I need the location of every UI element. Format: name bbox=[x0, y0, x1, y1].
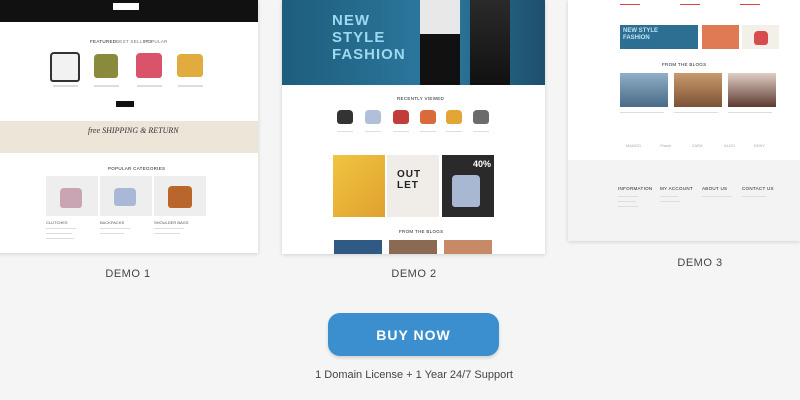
demo-3-footer-link bbox=[660, 196, 678, 197]
demo-3-footer: INFORMATION MY ACCOUNT ABOUT US CONTACT … bbox=[568, 160, 800, 241]
demo-2-promo-outlet: OUT LET bbox=[387, 155, 439, 217]
demo-1-category-image bbox=[154, 176, 206, 216]
demo-3-footer-link bbox=[618, 201, 636, 202]
demo-2-product-caption bbox=[337, 131, 353, 132]
demo-1-product-caption bbox=[137, 85, 162, 87]
demo-1-category-image bbox=[100, 176, 152, 216]
demo-2-hero-model bbox=[470, 0, 510, 85]
demo-2-product-caption bbox=[473, 131, 489, 132]
demo-3-blog-image bbox=[674, 73, 722, 107]
demo-3-label[interactable]: DEMO 3 bbox=[640, 257, 760, 269]
demo-1-product-caption bbox=[53, 85, 78, 87]
demo-3-promo bbox=[702, 25, 739, 49]
demo-3-footer-col: CONTACT US bbox=[742, 186, 774, 191]
demo-3-brand: DKNY bbox=[754, 143, 766, 148]
demo-1-category-image bbox=[46, 176, 98, 216]
demo-2-product-image bbox=[420, 110, 436, 124]
demo-1-category-list bbox=[46, 228, 76, 229]
demo-2-product-image bbox=[337, 110, 353, 124]
demo-2-product-image bbox=[393, 110, 409, 124]
demo-2-blog-image bbox=[444, 240, 492, 254]
demo-1-top-banner bbox=[0, 0, 258, 22]
demo-3-price bbox=[620, 4, 640, 5]
demo-2-blog-title: FROM THE BLOGS bbox=[399, 229, 444, 234]
demo-3-price bbox=[740, 4, 760, 5]
demo-3-footer-link bbox=[742, 196, 766, 197]
demo-1-preview[interactable]: FEATURED BEST SELLERS POPULAR free SHIPP… bbox=[0, 0, 258, 253]
demo-3-blog-title: FROM THE BLOGS bbox=[662, 62, 707, 67]
demo-3-preview[interactable]: NEW STYLE FASHION FROM THE BLOGS MANGO P… bbox=[568, 0, 800, 241]
demo-2-outlet-text: OUT LET bbox=[397, 169, 422, 191]
demo-2-hero-model bbox=[420, 0, 460, 85]
demo-2-product-image bbox=[473, 110, 489, 124]
demo-1-tab-featured: FEATURED bbox=[90, 39, 117, 44]
demo-3-footer-link bbox=[702, 196, 732, 197]
demo-1-category-label: CLUTCHES bbox=[46, 220, 68, 225]
demo-2-sale-text: 40% bbox=[472, 159, 491, 169]
demo-2-product-caption bbox=[393, 131, 409, 132]
demo-3-brand: Prada bbox=[660, 143, 671, 148]
demo-3-blog-caption bbox=[674, 112, 718, 113]
buy-now-button[interactable]: BUY NOW bbox=[328, 313, 499, 356]
demo-1-product-image bbox=[94, 54, 118, 78]
demo-2-hero: NEW STYLE FASHION bbox=[282, 0, 545, 85]
demo-2-blog-image bbox=[334, 240, 382, 254]
demo-1-category-list bbox=[100, 228, 130, 229]
demo-1-label[interactable]: DEMO 1 bbox=[68, 268, 188, 280]
demo-3-blog-caption bbox=[620, 112, 664, 113]
demo-2-preview[interactable]: NEW STYLE FASHION RECENTLY VIEWED OUT LE… bbox=[282, 0, 545, 254]
demo-1-tab-popular: POPULAR bbox=[144, 39, 168, 44]
demo-3-footer-link bbox=[618, 206, 638, 207]
demo-3-promo bbox=[742, 25, 779, 49]
demo-2-blog-image bbox=[389, 240, 437, 254]
demo-3-blog-caption bbox=[728, 112, 772, 113]
demo-1-banner-button bbox=[113, 3, 139, 10]
demo-1-category-label: SHOULDER BAGS bbox=[154, 220, 189, 225]
demo-2-promo-bags bbox=[333, 155, 385, 217]
demo-1-category-list bbox=[46, 233, 72, 234]
demo-1-banner-title: free SHIPPING & RETURN bbox=[88, 126, 179, 135]
demo-3-brand: MANGO bbox=[626, 143, 642, 148]
demo-3-footer-col: ABOUT US bbox=[702, 186, 728, 191]
demo-2-product-caption bbox=[446, 131, 462, 132]
demo-3-footer-link bbox=[660, 201, 680, 202]
demo-2-hero-text: NEW STYLE FASHION bbox=[332, 12, 406, 63]
demo-3-blog-image bbox=[728, 73, 776, 107]
demo-2-product-caption bbox=[365, 131, 381, 132]
demo-1-category-list bbox=[154, 228, 184, 229]
demo-1-load-more bbox=[116, 101, 134, 107]
demo-3-brand: ALDO bbox=[724, 143, 735, 148]
demo-1-category-list bbox=[154, 233, 180, 234]
demo-3-banner: NEW STYLE FASHION bbox=[620, 25, 698, 49]
demo-2-promo-sale: 40% bbox=[442, 155, 494, 217]
demo-3-banner-text: NEW STYLE FASHION bbox=[623, 28, 659, 41]
demo-2-section-title: RECENTLY VIEWED bbox=[397, 96, 445, 101]
demo-1-category-list bbox=[46, 238, 74, 239]
license-text: 1 Domain License + 1 Year 24/7 Support bbox=[315, 369, 513, 381]
demo-1-product-image bbox=[50, 52, 80, 82]
demo-1-product-image bbox=[136, 53, 162, 78]
demo-1-product-image bbox=[177, 54, 203, 77]
demo-2-label[interactable]: DEMO 2 bbox=[354, 268, 474, 280]
demo-3-footer-col: INFORMATION bbox=[618, 186, 653, 191]
demo-3-footer-link bbox=[618, 196, 638, 197]
demo-1-product-caption bbox=[178, 85, 203, 87]
demo-1-category-list bbox=[100, 233, 124, 234]
demo-3-price bbox=[680, 4, 700, 5]
demo-3-footer-col: MY ACCOUNT bbox=[660, 186, 693, 191]
demo-3-blog-image bbox=[620, 73, 668, 107]
demo-3-brand: ZARA bbox=[692, 143, 703, 148]
demo-1-product-caption bbox=[94, 85, 119, 87]
demo-2-product-image bbox=[365, 110, 381, 124]
demo-1-categories-title: POPULAR CATEGORIES bbox=[108, 166, 166, 171]
demo-2-product-caption bbox=[420, 131, 436, 132]
demo-2-product-image bbox=[446, 110, 462, 124]
demo-1-category-label: BACKPACKS bbox=[100, 220, 125, 225]
